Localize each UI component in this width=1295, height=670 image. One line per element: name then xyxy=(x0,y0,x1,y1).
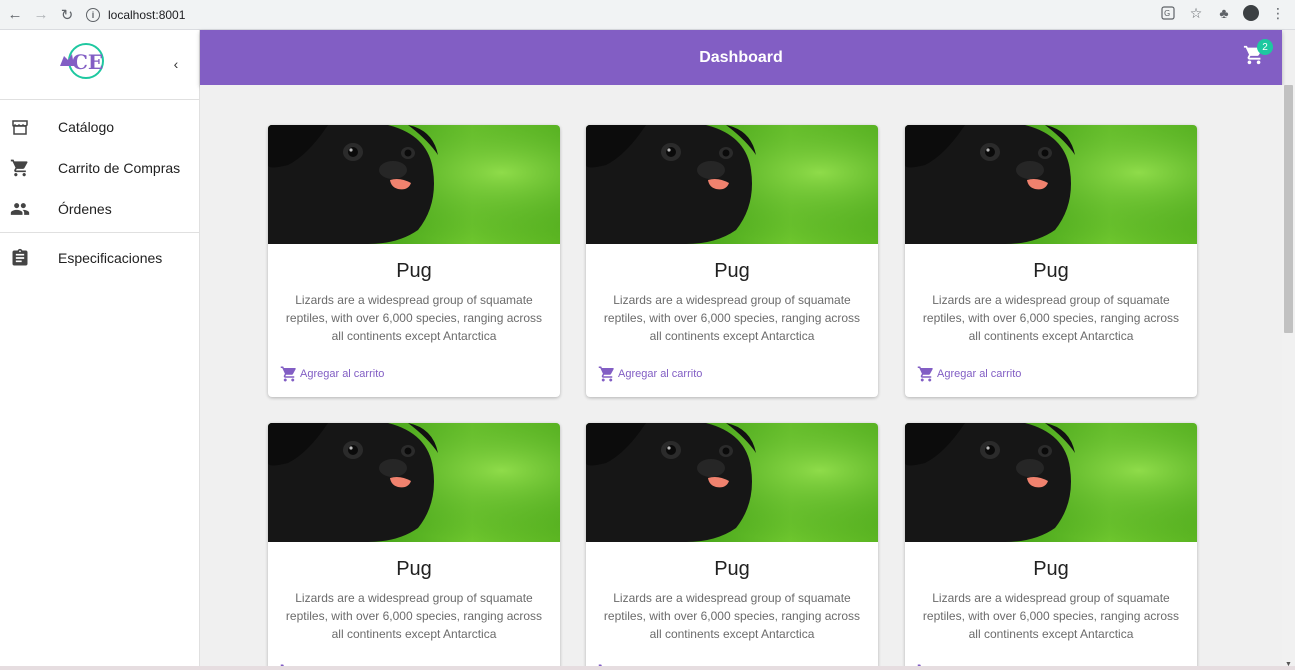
people-icon xyxy=(10,199,30,219)
reload-icon[interactable]: ↻ xyxy=(56,4,78,26)
logo-text: CE xyxy=(72,50,103,74)
main-content: Pug Lizards are a widespread group of sq… xyxy=(200,85,1282,670)
svg-text:G: G xyxy=(1164,9,1170,18)
product-image xyxy=(268,423,560,542)
card-title: Pug xyxy=(714,558,750,580)
sidebar-divider xyxy=(0,232,199,233)
sidebar-item-label: Carrito de Compras xyxy=(58,159,181,176)
card-title: Pug xyxy=(396,558,432,580)
add-to-cart-label: Agregar al carrito xyxy=(937,368,1022,380)
sidebar-item-catalogo[interactable]: Catálogo xyxy=(0,106,199,147)
product-image xyxy=(268,125,560,244)
page-title: Dashboard xyxy=(699,48,783,66)
cart-button[interactable]: 2 xyxy=(1243,39,1273,68)
star-icon[interactable]: ☆ xyxy=(1187,4,1205,22)
card-title: Pug xyxy=(1033,558,1069,580)
add-to-cart-button[interactable]: Agregar al carrito xyxy=(280,365,384,383)
info-icon[interactable]: i xyxy=(86,7,100,22)
cart-icon xyxy=(10,158,30,178)
puzzle-icon[interactable]: ♣ xyxy=(1215,4,1233,22)
product-image xyxy=(586,423,878,542)
card-description: Lizards are a widespread group of squama… xyxy=(603,293,861,343)
arrow-left-icon[interactable]: ← xyxy=(4,4,26,26)
url-text: localhost:8001 xyxy=(108,7,186,22)
cart-count-badge: 2 xyxy=(1257,39,1273,55)
product-card: Pug Lizards are a widespread group of sq… xyxy=(586,125,878,397)
translate-icon[interactable]: G xyxy=(1159,4,1177,22)
scrollbar-thumb[interactable] xyxy=(1284,85,1293,333)
sidebar-menu: Catálogo Carrito de Compras Órdenes Espe… xyxy=(0,100,199,278)
cart-icon xyxy=(917,366,933,382)
add-to-cart-label: Agregar al carrito xyxy=(618,368,703,380)
cart-icon xyxy=(598,366,614,382)
card-description: Lizards are a widespread group of squama… xyxy=(285,591,543,641)
sidebar-header: CE ‹ xyxy=(0,30,199,100)
sidebar-item-label: Órdenes xyxy=(58,200,112,217)
product-card: Pug Lizards are a widespread group of sq… xyxy=(268,423,560,670)
chevron-left-icon[interactable]: ‹ xyxy=(168,54,184,74)
bottom-strip xyxy=(0,666,1295,670)
card-title: Pug xyxy=(1033,260,1069,282)
arrow-right-icon[interactable]: → xyxy=(30,4,52,26)
logo[interactable]: CE xyxy=(56,40,112,82)
product-image xyxy=(905,125,1197,244)
product-card: Pug Lizards are a widespread group of sq… xyxy=(268,125,560,397)
scrollbar[interactable]: ▼ xyxy=(1282,85,1295,670)
add-to-cart-label: Agregar al carrito xyxy=(300,368,385,380)
browser-toolbar: ← → ↻ i localhost:8001 G ☆ ♣ ⋮ xyxy=(0,0,1295,30)
profile-avatar[interactable] xyxy=(1243,5,1259,21)
sidebar-item-label: Catálogo xyxy=(58,118,115,135)
app-bar: Dashboard 2 xyxy=(200,30,1282,85)
card-description: Lizards are a widespread group of squama… xyxy=(603,591,861,641)
more-vert-icon[interactable]: ⋮ xyxy=(1269,4,1287,22)
card-description: Lizards are a widespread group of squama… xyxy=(285,293,543,343)
address-bar[interactable]: i localhost:8001 xyxy=(86,3,1216,26)
sidebar-item-carrito[interactable]: Carrito de Compras xyxy=(0,147,199,188)
product-card: Pug Lizards are a widespread group of sq… xyxy=(586,423,878,670)
product-image xyxy=(586,125,878,244)
card-description: Lizards are a widespread group of squama… xyxy=(922,293,1180,343)
add-to-cart-button[interactable]: Agregar al carrito xyxy=(598,365,702,383)
cart-icon xyxy=(280,366,296,382)
sidebar: CE ‹ Catálogo Carrito de Compras Órdenes xyxy=(0,30,200,670)
sidebar-item-ordenes[interactable]: Órdenes xyxy=(0,188,199,229)
card-title: Pug xyxy=(714,260,750,282)
clipboard-icon xyxy=(10,248,30,268)
product-card: Pug Lizards are a widespread group of sq… xyxy=(905,423,1197,670)
sidebar-item-label: Especificaciones xyxy=(58,249,163,266)
card-title: Pug xyxy=(396,260,432,282)
sidebar-item-especificaciones[interactable]: Especificaciones xyxy=(0,237,199,278)
add-to-cart-button[interactable]: Agregar al carrito xyxy=(917,365,1021,383)
product-image xyxy=(905,423,1197,542)
card-description: Lizards are a widespread group of squama… xyxy=(922,591,1180,641)
store-icon xyxy=(10,117,30,137)
product-card: Pug Lizards are a widespread group of sq… xyxy=(905,125,1197,397)
